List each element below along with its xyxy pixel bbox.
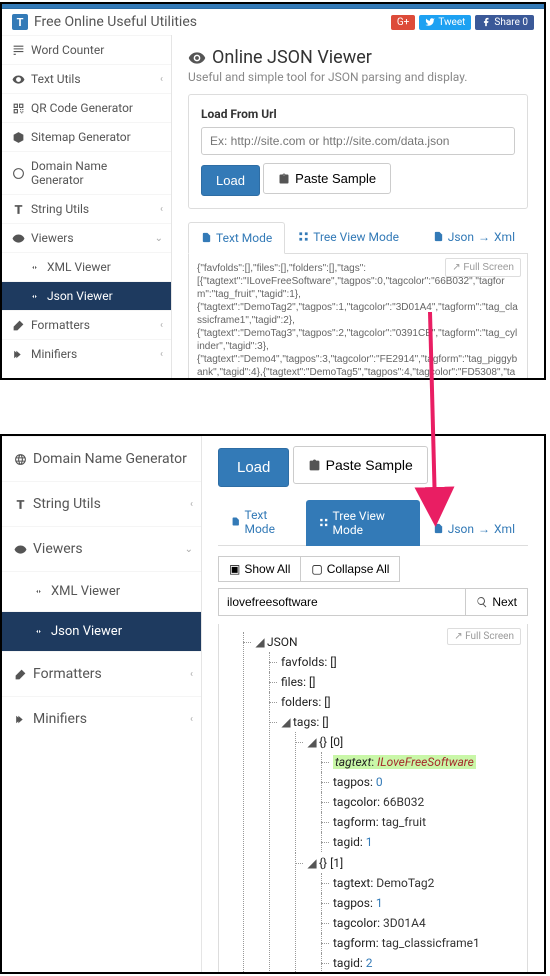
tab-text-mode[interactable]: Text Mode [218, 499, 306, 545]
chevron-left-icon: ‹ [190, 669, 193, 680]
tree-node[interactable]: tags: [] [293, 715, 329, 729]
paste-icon [278, 173, 290, 185]
sidebar-item-sitemap[interactable]: Sitemap Generator [2, 122, 171, 151]
brand-title: Free Online Useful Utilities [34, 14, 197, 30]
tree-node[interactable]: tagform: [333, 936, 379, 950]
tab-tree-view[interactable]: Tree View Mode [306, 500, 420, 546]
fb-share-button[interactable]: Share 0 [475, 15, 534, 30]
arrow-right-icon: → [478, 230, 490, 244]
sidebar-item-viewers[interactable]: Viewers⌄ [2, 526, 201, 571]
tree-node[interactable]: JSON [267, 635, 298, 649]
sidebar-item-qr[interactable]: QR Code Generator [2, 93, 171, 122]
sidebar-item-string-utils[interactable]: String Utils‹ [2, 194, 171, 223]
eye-icon [188, 49, 206, 67]
tree-node[interactable]: tagcolor: [333, 795, 380, 809]
collapse-all-button[interactable]: ▢Collapse All [301, 556, 400, 582]
sidebar-item-xml-viewer[interactable]: XML Viewer [2, 252, 171, 281]
sidebar-item-json-viewer[interactable]: Json Viewer [2, 611, 201, 651]
url-input[interactable] [201, 127, 515, 155]
sidebar-item-text-utils[interactable]: Text Utils‹ [2, 64, 171, 93]
page-subtitle: Useful and simple tool for JSON parsing … [188, 70, 528, 84]
sidebar-item-viewers[interactable]: Viewers⌄ [2, 223, 171, 252]
sidebar: Domain Name Generator String Utils‹ View… [2, 436, 202, 972]
tree-node[interactable]: tagpos: [333, 775, 373, 789]
tree-toggle[interactable]: ◢ [281, 714, 291, 732]
paste-sample-button[interactable]: Paste Sample [263, 163, 391, 194]
tree-node[interactable]: favfolds: [] [281, 655, 337, 669]
sidebar-item-formatters[interactable]: Formatters‹ [2, 310, 171, 339]
paste-icon [308, 459, 321, 472]
tree-node[interactable]: tagform: [333, 815, 379, 829]
load-button[interactable]: Load [218, 448, 289, 487]
sidebar-item-domain[interactable]: Domain Name Generator [2, 436, 201, 481]
chevron-left-icon: ‹ [190, 499, 193, 510]
tab-tree-view[interactable]: Tree View Mode [285, 221, 412, 253]
sidebar-item-word-counter[interactable]: Word Counter [2, 35, 171, 64]
sidebar-item-xml-viewer[interactable]: XML Viewer [2, 571, 201, 611]
fullscreen-button[interactable]: ↗ Full Screen [445, 258, 521, 277]
tree-node[interactable]: folders: [] [281, 695, 331, 709]
sidebar-item-string-utils[interactable]: String Utils‹ [2, 481, 201, 526]
chevron-left-icon: ‹ [160, 204, 163, 215]
tab-json-xml[interactable]: Json → Xml [420, 221, 528, 253]
chevron-down-icon: ⌄ [185, 544, 193, 555]
json-tree: ↗ Full Screen ◢JSON favfolds: [] files: … [218, 624, 528, 975]
search-input[interactable] [218, 588, 466, 616]
tree-node[interactable]: tagtext: [333, 876, 373, 890]
load-url-label: Load From Url [201, 107, 515, 121]
collapse-icon: ▢ [311, 562, 322, 576]
chevron-down-icon: ⌄ [155, 233, 163, 244]
brand: T Free Online Useful Utilities [12, 14, 197, 30]
paste-sample-button[interactable]: Paste Sample [293, 446, 428, 484]
file-icon [201, 232, 212, 243]
search-icon [476, 596, 488, 608]
tree-node[interactable]: {} [0] [319, 735, 343, 749]
sidebar-item-minifiers[interactable]: Minifiers‹ [2, 696, 201, 741]
page-title: Online JSON Viewer [188, 47, 528, 68]
file-icon [433, 523, 444, 534]
chevron-left-icon: ‹ [160, 320, 163, 331]
tree-toggle[interactable]: ◢ [307, 734, 317, 752]
file-icon [231, 516, 240, 527]
expand-icon: ▣ [229, 562, 240, 576]
tab-text-mode[interactable]: Text Mode [188, 222, 285, 254]
search-next-button[interactable]: Next [466, 588, 528, 616]
tree-node[interactable]: tagpos: [333, 896, 373, 910]
chevron-left-icon: ‹ [190, 714, 193, 725]
tree-node[interactable]: files: [] [281, 675, 315, 689]
sidebar-item-formatters[interactable]: Formatters‹ [2, 651, 201, 696]
chevron-left-icon: ‹ [160, 349, 163, 360]
tweet-button[interactable]: Tweet [419, 15, 471, 30]
tree-toggle[interactable]: ◢ [255, 634, 265, 652]
sidebar-item-minifiers[interactable]: Minifiers‹ [2, 339, 171, 368]
gplus-button[interactable]: G+ [391, 15, 416, 30]
sidebar: Word Counter Text Utils‹ QR Code Generat… [2, 35, 172, 380]
tree-icon [298, 231, 309, 242]
tree-node[interactable]: tagid: [333, 956, 363, 970]
chevron-left-icon: ‹ [160, 74, 163, 85]
tree-icon [319, 517, 329, 528]
brand-logo-icon: T [12, 14, 28, 30]
tree-node-highlighted[interactable]: tagtext: ILoveFreeSoftware [333, 755, 476, 769]
tree-node[interactable]: tagid: [333, 835, 363, 849]
json-raw-text[interactable]: ↗ Full Screen {"favfolds":[],"files":[],… [188, 254, 528, 381]
load-button[interactable]: Load [201, 165, 260, 196]
sidebar-item-domain[interactable]: Domain Name Generator [2, 151, 171, 194]
tab-json-xml[interactable]: Json → Xml [420, 513, 528, 545]
tree-node[interactable]: {} [1] [319, 856, 343, 870]
sidebar-item-json-viewer[interactable]: Json Viewer [2, 281, 171, 310]
arrow-right-icon: → [478, 522, 490, 536]
tree-toggle[interactable]: ◢ [307, 855, 317, 873]
file-icon [433, 231, 444, 242]
tree-node[interactable]: tagcolor: [333, 916, 380, 930]
show-all-button[interactable]: ▣Show All [218, 556, 301, 582]
